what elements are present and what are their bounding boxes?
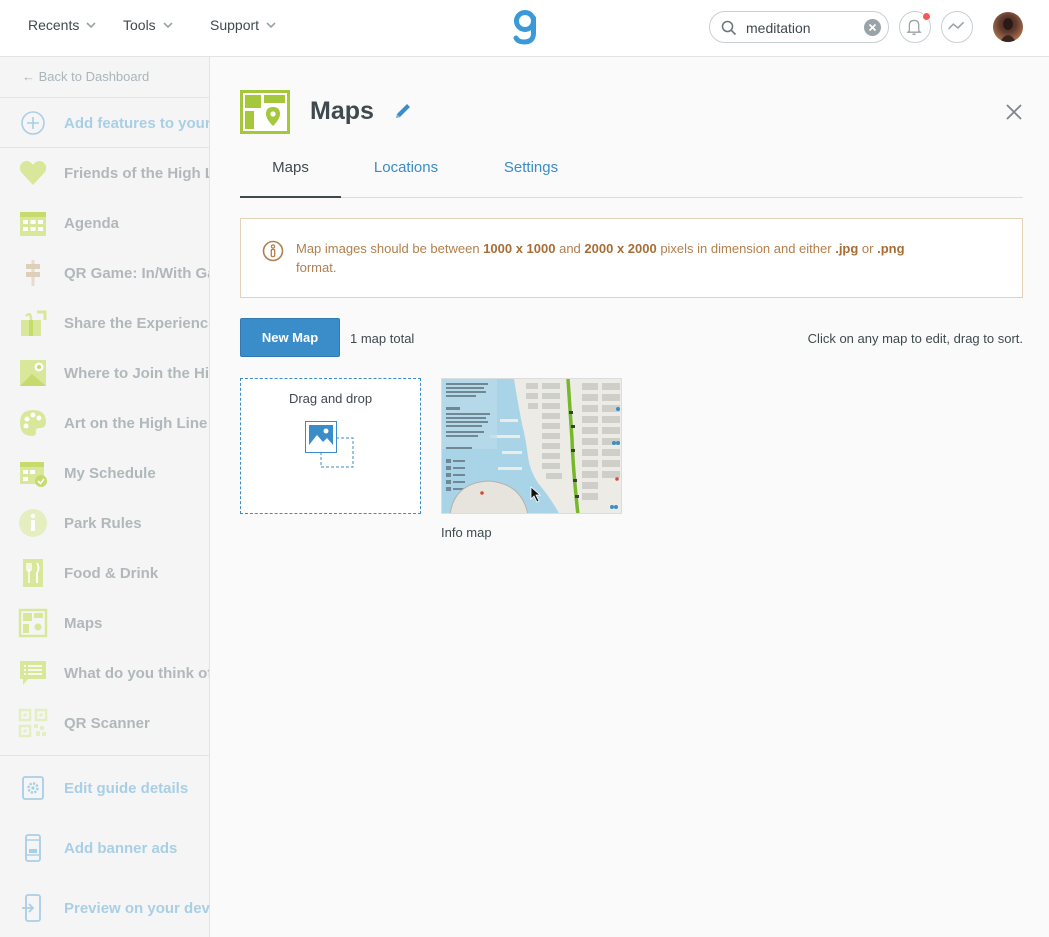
signpost-icon <box>18 258 48 288</box>
sidebar-item-add-features[interactable]: Add features to your guide <box>0 98 210 148</box>
sidebar-item-where-to-join[interactable]: Where to Join the High Line <box>0 348 210 398</box>
top-bar: Recents Tools Support <box>0 0 1049 57</box>
sidebar-item-share[interactable]: Share the Experience <box>0 298 210 348</box>
calendar-icon <box>18 208 48 238</box>
guidebook-logo-icon[interactable] <box>512 9 540 45</box>
sidebar-item-label: What do you think of the High Line? <box>64 664 209 682</box>
fork-knife-icon <box>18 558 48 588</box>
chevron-down-icon <box>266 22 276 29</box>
avatar[interactable] <box>993 12 1023 42</box>
image-upload-icon <box>305 421 354 468</box>
calendar-check-icon <box>18 458 48 488</box>
device-preview-icon <box>18 893 48 923</box>
sidebar-item-qr-scanner[interactable]: QR Scanner <box>0 698 209 748</box>
sidebar-item-label: QR Scanner <box>64 714 150 732</box>
sidebar-item-agenda[interactable]: Agenda <box>0 198 209 248</box>
recents-label: Recents <box>28 17 80 33</box>
qr-code-icon <box>18 708 48 738</box>
dropzone-label: Drag and drop <box>288 391 373 406</box>
tab-settings[interactable]: Settings <box>486 157 576 198</box>
clear-search-icon[interactable] <box>864 19 881 36</box>
maps-icon <box>18 608 48 638</box>
sidebar-item-label: Food & Drink <box>64 564 159 582</box>
tab-locations[interactable]: Locations <box>356 157 456 198</box>
chevron-down-icon <box>163 22 173 29</box>
close-icon[interactable] <box>1004 102 1024 122</box>
activity-button[interactable] <box>941 11 973 43</box>
support-label: Support <box>210 17 260 33</box>
sidebar-item-qr-game[interactable]: QR Game: In/With Gardens <box>0 248 209 298</box>
sidebar-item-label: Agenda <box>64 214 120 232</box>
sidebar-item-my-schedule[interactable]: My Schedule <box>0 448 209 498</box>
back-to-dashboard-link[interactable]: ← Back to Dashboard <box>22 69 149 84</box>
sidebar-item-label: Share the Experience <box>64 314 210 332</box>
gift-share-icon <box>18 308 48 338</box>
tab-maps[interactable]: Maps <box>240 157 341 198</box>
image-requirements-notice: Map images should be between 1000 x 1000… <box>240 218 1023 298</box>
pencil-icon[interactable] <box>393 101 413 121</box>
sidebar-item-label: Add features to your guide <box>64 114 210 132</box>
support-menu[interactable]: Support <box>210 17 277 33</box>
activity-chart-icon <box>948 21 965 30</box>
sidebar-item-friends[interactable]: Friends of the High Line <box>0 148 209 198</box>
sidebar-item-label: QR Game: In/With Gardens <box>64 264 209 282</box>
sidebar-item-label: Friends of the High Line <box>64 164 209 182</box>
sidebar-item-label: Art on the High Line <box>64 414 208 432</box>
search-icon <box>721 20 737 36</box>
sidebar-item-label: My Schedule <box>64 464 156 482</box>
palette-icon <box>18 408 48 438</box>
sidebar-item-label: Park Rules <box>64 514 142 532</box>
tools-label: Tools <box>123 17 156 33</box>
info-icon <box>18 508 48 538</box>
sort-hint: Click on any map to edit, drag to sort. <box>807 331 1023 346</box>
gear-icon <box>18 773 48 803</box>
sidebar-item-label: Where to Join the High Line <box>64 364 210 382</box>
sidebar: ← Back to Dashboard Add features to your… <box>0 57 210 937</box>
sidebar-item-park-rules[interactable]: Park Rules <box>0 498 209 548</box>
info-icon <box>262 240 284 262</box>
tools-menu[interactable]: Tools <box>123 17 174 33</box>
sidebar-item-edit-guide-details[interactable]: Edit guide details <box>0 763 209 813</box>
map-thumbnail-info-map[interactable] <box>441 378 622 514</box>
sidebar-item-banner-ads[interactable]: Add banner ads <box>0 823 209 873</box>
sidebar-item-label: Edit guide details <box>64 779 189 797</box>
tab-bar: Maps Locations Settings <box>240 157 1023 198</box>
feedback-icon <box>18 658 48 688</box>
sidebar-item-feedback[interactable]: What do you think of the High Line? <box>0 648 209 698</box>
recents-menu[interactable]: Recents <box>28 17 97 33</box>
map-preview-image <box>442 379 621 513</box>
notice-text: Map images should be between 1000 x 1000… <box>296 241 905 275</box>
new-map-button[interactable]: New Map <box>240 318 340 357</box>
divider <box>0 755 209 756</box>
map-caption: Info map <box>441 525 492 540</box>
maps-feature-icon <box>240 90 290 134</box>
sidebar-item-art[interactable]: Art on the High Line <box>0 398 209 448</box>
sidebar-item-food-drink[interactable]: Food & Drink <box>0 548 209 598</box>
main-content: Maps Maps Locations Settings Map images … <box>210 57 1049 937</box>
sidebar-item-maps[interactable]: Maps <box>0 598 209 648</box>
plus-circle-icon <box>18 108 48 138</box>
notification-badge <box>922 12 931 21</box>
phone-icon <box>18 833 48 863</box>
sidebar-item-label: Maps <box>64 614 103 632</box>
page-title: Maps <box>310 97 374 125</box>
chevron-down-icon <box>86 22 96 29</box>
sidebar-item-preview[interactable]: Preview on your device <box>0 883 210 933</box>
sidebar-item-label: Preview on your device <box>64 899 210 917</box>
map-count: 1 map total <box>350 331 415 346</box>
search-input[interactable] <box>746 18 864 38</box>
heart-icon <box>18 158 48 188</box>
sidebar-item-label: Add banner ads <box>64 839 178 857</box>
map-pin-icon <box>18 358 48 388</box>
search-box <box>709 11 889 43</box>
map-upload-dropzone[interactable]: Drag and drop <box>240 378 421 514</box>
